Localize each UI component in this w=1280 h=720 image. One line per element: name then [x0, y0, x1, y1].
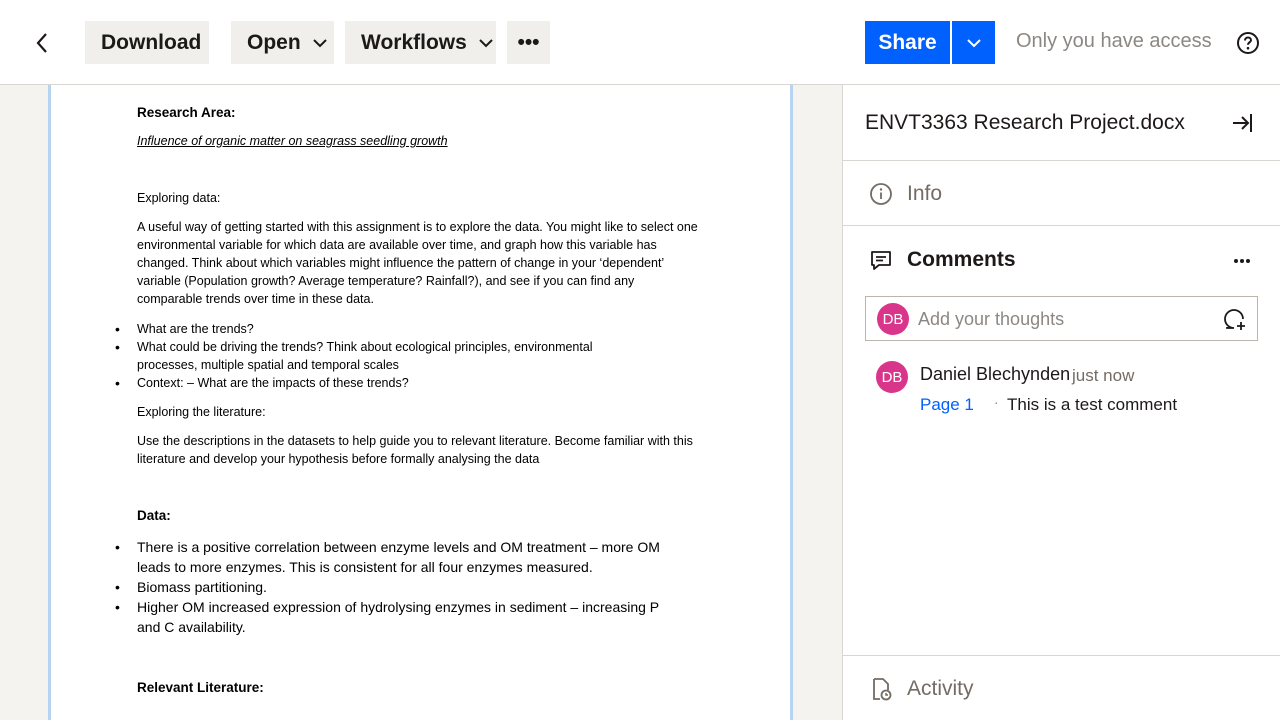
workflows-label: Workflows — [361, 30, 467, 54]
list-item: What could be driving the trends? Think … — [89, 338, 655, 374]
info-label: Info — [907, 182, 943, 205]
add-comment-button[interactable] — [1222, 307, 1248, 333]
chevron-down-icon — [479, 38, 493, 48]
avatar: DB — [877, 303, 909, 335]
divider — [843, 160, 1280, 161]
more-options-button[interactable]: ••• — [507, 21, 550, 64]
share-label: Share — [878, 30, 937, 54]
share-dropdown-button[interactable] — [952, 21, 995, 64]
list-item: Context: – What are the impacts of these… — [89, 374, 669, 392]
relevant-literature-heading: Relevant Literature: — [137, 680, 264, 695]
chevron-left-icon — [36, 33, 47, 53]
activity-label: Activity — [907, 677, 974, 700]
separator-dot: · — [994, 394, 999, 410]
data-heading: Data: — [137, 508, 171, 523]
list-item: Biomass partitioning. — [92, 577, 672, 597]
exploring-literature-paragraph: Use the descriptions in the datasets to … — [137, 434, 693, 466]
more-horizontal-icon — [1234, 259, 1250, 263]
back-button[interactable] — [26, 26, 60, 60]
more-label: ••• — [517, 30, 540, 54]
list-item: What are the trends? — [89, 320, 669, 338]
help-icon — [1236, 31, 1259, 54]
file-name: ENVT3363 Research Project.docx — [865, 111, 1185, 134]
divider — [843, 225, 1280, 226]
comments-label: Comments — [907, 248, 1016, 271]
comment-input[interactable] — [918, 305, 1208, 333]
collapse-panel-icon — [1233, 114, 1252, 132]
data-list: There is a positive correlation between … — [92, 537, 672, 637]
exploring-data-paragraph: A useful way of getting started with thi… — [137, 220, 698, 306]
activity-icon — [869, 677, 893, 701]
divider — [843, 655, 1280, 656]
document-page: Research Area: Influence of organic matt… — [48, 85, 793, 720]
share-button[interactable]: Share — [865, 21, 950, 64]
workflows-button[interactable]: Workflows — [345, 21, 496, 64]
add-comment-icon — [1224, 309, 1245, 330]
open-label: Open — [247, 30, 301, 54]
exploring-data-list: What are the trends? What could be drivi… — [89, 320, 669, 392]
help-button[interactable] — [1235, 30, 1260, 55]
comment-time: just now — [1072, 366, 1135, 385]
comment-page-link[interactable]: Page 1 — [920, 395, 974, 415]
download-label: Download — [101, 30, 202, 54]
comments-section-header[interactable]: Comments — [843, 240, 1280, 280]
avatar: DB — [876, 361, 908, 393]
exploring-data-heading: Exploring data: — [137, 191, 221, 205]
info-icon — [869, 182, 893, 206]
top-toolbar: Download Open Workflows ••• Share Only y… — [0, 0, 1280, 85]
side-panel: ENVT3363 Research Project.docx Info Comm… — [842, 85, 1280, 720]
comment-author: Daniel Blechynden — [920, 364, 1071, 384]
chevron-down-icon — [312, 38, 327, 48]
comment-item[interactable]: DB Daniel Blechynden just now Page 1 · T… — [865, 360, 1258, 420]
list-item: There is a positive correlation between … — [92, 537, 662, 577]
collapse-panel-button[interactable] — [1229, 110, 1255, 136]
download-button[interactable]: Download — [85, 21, 209, 64]
comment-text: This is a test comment — [1007, 395, 1178, 414]
access-status: Only you have access — [1016, 30, 1212, 52]
open-button[interactable]: Open — [231, 21, 334, 64]
research-area-title: Influence of organic matter on seagrass … — [137, 134, 448, 148]
comments-more-button[interactable] — [1229, 248, 1255, 274]
document-viewer[interactable]: Research Area: Influence of organic matt… — [0, 85, 842, 720]
chevron-down-icon — [966, 38, 981, 47]
activity-section[interactable]: Activity — [843, 669, 1280, 709]
list-item: Higher OM increased expression of hydrol… — [92, 597, 660, 637]
comment-composer: DB — [865, 296, 1258, 341]
comment-icon — [869, 248, 893, 272]
exploring-literature-heading: Exploring the literature: — [137, 405, 266, 419]
research-area-heading: Research Area: — [137, 105, 236, 120]
info-section[interactable]: Info — [843, 174, 1280, 214]
